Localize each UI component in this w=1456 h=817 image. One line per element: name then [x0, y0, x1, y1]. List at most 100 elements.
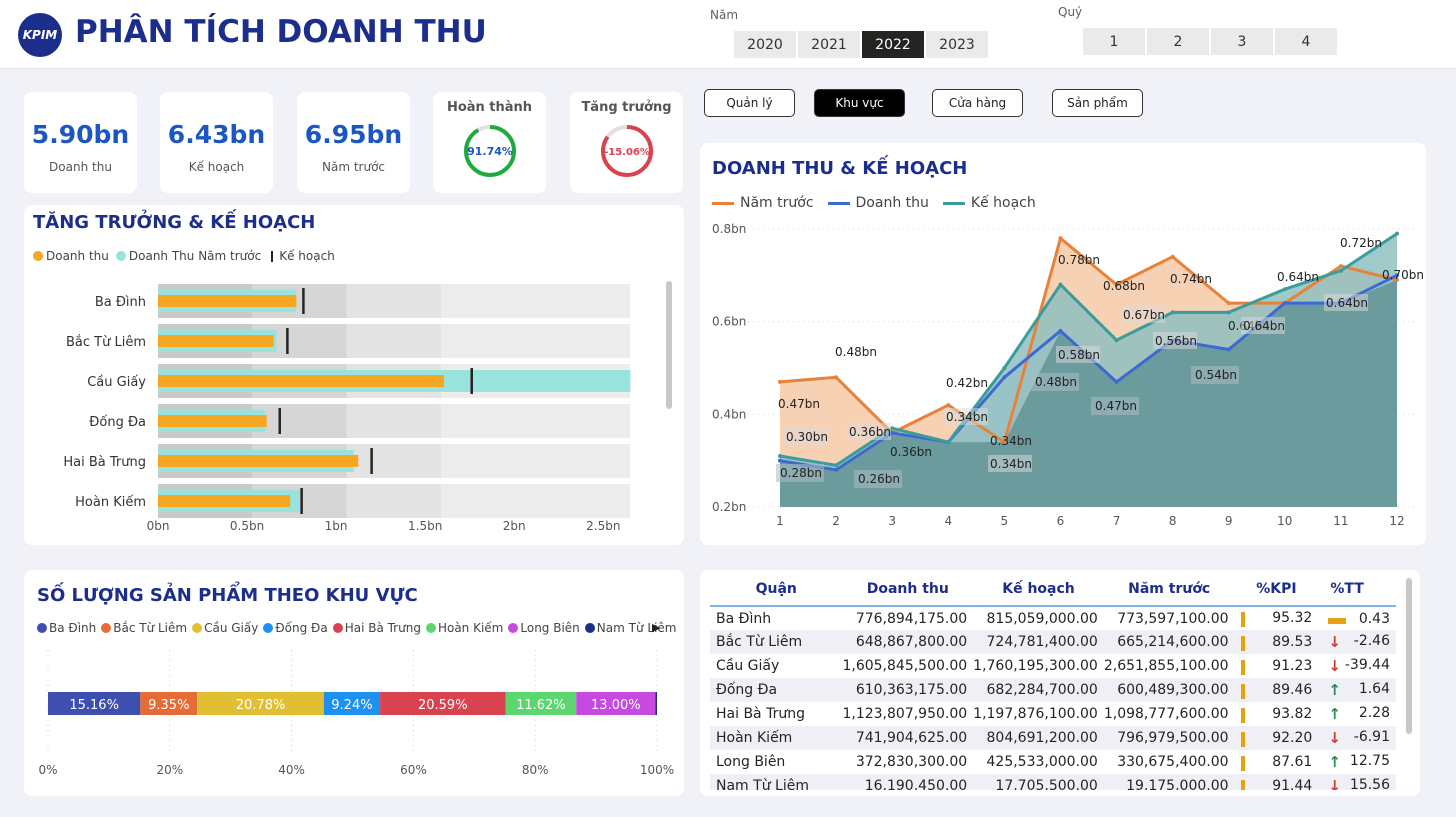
- exclamation-bar-icon: [1240, 683, 1245, 699]
- arrow-up-icon: ↑: [1328, 705, 1341, 723]
- year-option-2021[interactable]: 2021: [798, 31, 860, 58]
- legend-item-revenue: Doanh thu: [33, 249, 109, 263]
- series-point[interactable]: [1002, 375, 1007, 380]
- marker-plan[interactable]: [470, 368, 473, 394]
- vertical-scrollbar[interactable]: [666, 281, 672, 409]
- table-row[interactable]: Long Biên 372,830,300.00 425,533,000.00 330…: [710, 750, 1396, 774]
- bar-revenue[interactable]: [158, 375, 445, 387]
- marker-plan[interactable]: [370, 448, 373, 474]
- nav-button-1[interactable]: Khu vực: [814, 89, 905, 117]
- table-row[interactable]: Bắc Từ Liêm 648,867,800.00 724,781,400.00 6…: [710, 630, 1396, 654]
- series-point[interactable]: [1058, 328, 1063, 333]
- nav-button-3[interactable]: Sản phẩm: [1052, 89, 1143, 117]
- series-point[interactable]: [1058, 282, 1063, 287]
- legend-item[interactable]: Đống Đa: [263, 621, 328, 635]
- legend-item-prev-year: Năm trước: [712, 195, 814, 211]
- quarter-option-4[interactable]: 4: [1275, 28, 1337, 55]
- table-row[interactable]: Đống Đa 610,363,175.00 682,284,700.00 600,4…: [710, 678, 1396, 702]
- data-label: 0.34bn: [990, 457, 1032, 471]
- cell-revenue: 741,904,625.00: [842, 726, 974, 750]
- col-header-prev-year[interactable]: Năm trước: [1103, 572, 1235, 607]
- kpi-value: 6.43bn: [167, 120, 266, 149]
- series-point[interactable]: [1170, 254, 1175, 259]
- marker-plan[interactable]: [286, 328, 289, 354]
- legend-next-arrow-icon[interactable]: ▶: [652, 621, 660, 634]
- x-tick-label: 60%: [400, 763, 427, 777]
- series-point[interactable]: [1395, 231, 1399, 236]
- exclamation-bar-icon: [1240, 659, 1245, 675]
- marker-plan[interactable]: [302, 288, 305, 314]
- col-header-plan[interactable]: Kế hoạch: [973, 572, 1104, 607]
- year-option-2020[interactable]: 2020: [734, 31, 796, 58]
- legend-item[interactable]: Hai Bà Trưng: [332, 621, 421, 635]
- cell-district: Đống Đa: [710, 678, 843, 702]
- legend-label: Bắc Từ Liêm: [113, 621, 188, 635]
- series-point[interactable]: [946, 440, 951, 445]
- series-point[interactable]: [778, 454, 782, 459]
- col-header-district[interactable]: Quận: [710, 572, 843, 607]
- table-scrollbar[interactable]: [1406, 578, 1412, 734]
- nav-button-2[interactable]: Cửa hàng: [932, 89, 1023, 117]
- legend-item[interactable]: Ba Đình: [37, 621, 96, 635]
- legend-item[interactable]: Long Biên: [508, 621, 580, 635]
- series-point[interactable]: [1002, 366, 1007, 370]
- series-point[interactable]: [946, 403, 951, 408]
- marker-plan[interactable]: [278, 408, 281, 434]
- legend-swatch: [712, 201, 734, 205]
- legend-item[interactable]: Nam Từ Liêm: [584, 621, 676, 635]
- bar-revenue[interactable]: [158, 335, 274, 347]
- table-row[interactable]: Nam Từ Liêm 16,190,450.00 17,705,500.00 19,…: [710, 774, 1396, 790]
- bar-revenue[interactable]: [158, 495, 291, 507]
- series-point[interactable]: [1114, 338, 1119, 343]
- quarter-option-1[interactable]: 1: [1083, 28, 1145, 55]
- bullet-band: [346, 444, 442, 478]
- bar-revenue[interactable]: [158, 295, 297, 307]
- quarter-option-3[interactable]: 3: [1211, 28, 1273, 55]
- col-header-revenue[interactable]: Doanh thu: [842, 572, 974, 607]
- series-point[interactable]: [834, 463, 839, 468]
- series-point[interactable]: [1058, 236, 1063, 241]
- legend-item[interactable]: Hoàn Kiếm: [425, 621, 503, 635]
- series-point[interactable]: [1226, 301, 1231, 306]
- legend-label: Doanh thu: [855, 195, 929, 211]
- data-label: 0.47bn: [1095, 399, 1137, 413]
- series-point[interactable]: [834, 375, 839, 380]
- col-header-growth[interactable]: %TT: [1318, 572, 1396, 607]
- category-label: Hai Bà Trưng: [63, 455, 146, 470]
- col-header-kpi[interactable]: %KPI: [1234, 572, 1319, 607]
- series-point[interactable]: [1226, 310, 1231, 315]
- legend-item[interactable]: Cầu Giấy: [192, 621, 258, 635]
- x-tick-label: 5: [1001, 514, 1009, 528]
- series-point[interactable]: [1114, 379, 1119, 384]
- segment[interactable]: [655, 692, 657, 715]
- table-row[interactable]: Cầu Giấy 1,605,845,500.00 1,760,195,300.00…: [710, 654, 1396, 678]
- year-option-2022[interactable]: 2022: [862, 31, 924, 58]
- legend-label: Đống Đa: [275, 621, 328, 635]
- nav-button-0[interactable]: Quản lý: [704, 89, 795, 117]
- year-option-2023[interactable]: 2023: [926, 31, 988, 58]
- series-point[interactable]: [778, 458, 782, 463]
- table-row[interactable]: Ba Đình 776,894,175.00 815,059,000.00 773,5…: [710, 606, 1396, 630]
- kpi-label: Doanh thu: [49, 160, 112, 174]
- table-row[interactable]: Hoàn Kiếm 741,904,625.00 804,691,200.00 796…: [710, 726, 1396, 750]
- series-point[interactable]: [778, 379, 782, 384]
- x-tick-label: 9: [1225, 514, 1233, 528]
- bar-revenue[interactable]: [158, 415, 267, 427]
- data-label: 0.64bn: [1277, 270, 1319, 284]
- quarter-option-2[interactable]: 2: [1147, 28, 1209, 55]
- series-point[interactable]: [1282, 287, 1287, 292]
- exclamation-bar-icon: [1240, 635, 1245, 651]
- series-point[interactable]: [1282, 301, 1287, 306]
- series-point[interactable]: [1338, 264, 1343, 269]
- series-point[interactable]: [1170, 310, 1175, 315]
- series-point[interactable]: [1338, 268, 1343, 273]
- x-tick-label: 4: [944, 514, 952, 528]
- series-point[interactable]: [1226, 347, 1231, 352]
- series-point[interactable]: [834, 467, 839, 472]
- table-row[interactable]: Hai Bà Trưng 1,123,807,950.00 1,197,876,10…: [710, 702, 1396, 726]
- legend-dot: [263, 623, 274, 633]
- legend-dot: [508, 623, 519, 633]
- legend-item[interactable]: Bắc Từ Liêm: [101, 621, 187, 635]
- bar-revenue[interactable]: [158, 455, 359, 467]
- marker-plan[interactable]: [300, 488, 303, 514]
